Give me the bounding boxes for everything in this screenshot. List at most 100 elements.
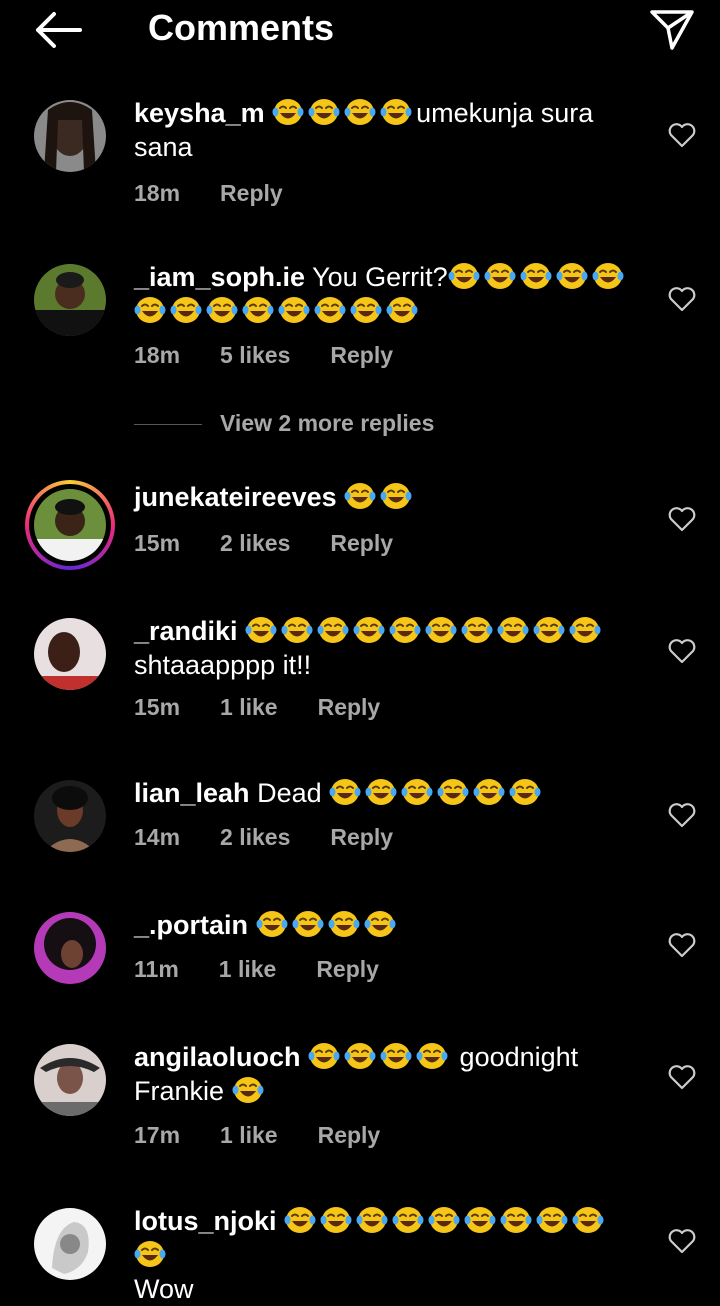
laughing-emoji-icon bbox=[350, 295, 382, 325]
comment-time: 18m bbox=[134, 342, 181, 368]
laughing-emoji-icon bbox=[533, 615, 565, 645]
header-bar: Comments bbox=[0, 0, 720, 60]
like-count[interactable]: 2 likes bbox=[220, 824, 290, 850]
reply-button[interactable]: Reply bbox=[318, 694, 381, 720]
comment-username[interactable]: _iam_soph.ie bbox=[134, 262, 305, 292]
laughing-emoji-icon bbox=[170, 295, 202, 325]
laughing-emoji-icon bbox=[536, 1205, 568, 1235]
like-count[interactable]: 1 like bbox=[220, 694, 278, 720]
avatar[interactable] bbox=[34, 912, 106, 984]
avatar[interactable] bbox=[34, 264, 106, 336]
view-more-label[interactable]: View 2 more replies bbox=[220, 410, 434, 437]
page-title: Comments bbox=[148, 7, 335, 48]
laughing-emoji-icon bbox=[380, 1041, 412, 1071]
comment-body: Wow bbox=[134, 1274, 194, 1304]
comment-meta: 15m 1 like Reply bbox=[134, 694, 420, 721]
like-button[interactable] bbox=[668, 638, 696, 664]
laughing-emoji-icon bbox=[278, 295, 310, 325]
reply-button[interactable]: Reply bbox=[318, 1122, 381, 1148]
laughing-emoji-icon bbox=[425, 615, 457, 645]
comment-username[interactable]: angilaoluoch bbox=[134, 1042, 301, 1072]
laughing-emoji-icon bbox=[245, 615, 277, 645]
laughing-emoji-icon bbox=[344, 1041, 376, 1071]
comment-username[interactable]: _.portain bbox=[134, 910, 248, 940]
comment-text: lian_leah Dead bbox=[134, 776, 634, 810]
heart-icon bbox=[668, 123, 696, 148]
like-count[interactable]: 1 like bbox=[219, 956, 277, 982]
laughing-emoji-icon bbox=[232, 1075, 264, 1105]
avatar[interactable] bbox=[34, 489, 106, 561]
comment-text: angilaoluoch goodnight Frankie bbox=[134, 1040, 634, 1108]
like-button[interactable] bbox=[668, 506, 696, 532]
comment-text: _iam_soph.ie You Gerrit? bbox=[134, 260, 634, 328]
laughing-emoji-icon bbox=[353, 615, 385, 645]
reply-button[interactable]: Reply bbox=[220, 180, 283, 206]
comment-username[interactable]: lian_leah bbox=[134, 778, 250, 808]
laughing-emoji-icon bbox=[206, 295, 238, 325]
avatar[interactable] bbox=[34, 100, 106, 172]
reply-button[interactable]: Reply bbox=[330, 530, 393, 556]
laughing-emoji-icon bbox=[389, 615, 421, 645]
laughing-emoji-icon bbox=[401, 777, 433, 807]
laughing-emoji-icon bbox=[569, 615, 601, 645]
comment-username[interactable]: keysha_m bbox=[134, 98, 265, 128]
comment-body: goodnight bbox=[459, 1042, 579, 1072]
comment-body-cont: sana bbox=[134, 132, 193, 162]
laughing-emoji-icon bbox=[344, 481, 376, 511]
laughing-emoji-icon bbox=[272, 97, 304, 127]
comment-time: 14m bbox=[134, 824, 181, 850]
laughing-emoji-icon bbox=[344, 97, 376, 127]
comment-text: keysha_m umekunja sura sana bbox=[134, 96, 634, 164]
like-button[interactable] bbox=[668, 1228, 696, 1254]
laughing-emoji-icon bbox=[365, 777, 397, 807]
comment-username[interactable]: _randiki bbox=[134, 616, 238, 646]
comment-meta: 18m 5 likes Reply bbox=[134, 342, 433, 369]
laughing-emoji-icon bbox=[520, 261, 552, 291]
heart-icon bbox=[668, 803, 696, 828]
laughing-emoji-icon bbox=[308, 97, 340, 127]
back-button[interactable] bbox=[30, 6, 86, 54]
like-count[interactable]: 2 likes bbox=[220, 530, 290, 556]
comment-time: 15m bbox=[134, 694, 181, 720]
laughing-emoji-icon bbox=[314, 295, 346, 325]
like-count[interactable]: 5 likes bbox=[220, 342, 290, 368]
divider bbox=[134, 424, 202, 425]
laughing-emoji-icon bbox=[364, 909, 396, 939]
laughing-emoji-icon bbox=[448, 261, 480, 291]
story-ring[interactable] bbox=[25, 480, 115, 570]
like-button[interactable] bbox=[668, 932, 696, 958]
comment-body: Dead bbox=[257, 778, 322, 808]
reply-button[interactable]: Reply bbox=[316, 956, 379, 982]
avatar[interactable] bbox=[34, 780, 106, 852]
reply-button[interactable]: Reply bbox=[330, 824, 393, 850]
like-button[interactable] bbox=[668, 1064, 696, 1090]
comment-username[interactable]: junekateireeves bbox=[134, 482, 337, 512]
laughing-emoji-icon bbox=[356, 1205, 388, 1235]
laughing-emoji-icon bbox=[473, 777, 505, 807]
comment-time: 18m bbox=[134, 180, 181, 206]
like-button[interactable] bbox=[668, 122, 696, 148]
share-button[interactable] bbox=[646, 4, 698, 52]
like-button[interactable] bbox=[668, 286, 696, 312]
like-count[interactable]: 1 like bbox=[220, 1122, 278, 1148]
avatar[interactable] bbox=[34, 1044, 106, 1116]
laughing-emoji-icon bbox=[497, 615, 529, 645]
like-button[interactable] bbox=[668, 802, 696, 828]
laughing-emoji-icon bbox=[484, 261, 516, 291]
comment-meta: 15m 2 likes Reply bbox=[134, 530, 433, 557]
avatar[interactable] bbox=[34, 1208, 106, 1280]
laughing-emoji-icon bbox=[556, 261, 588, 291]
comment-username[interactable]: lotus_njoki bbox=[134, 1206, 277, 1236]
laughing-emoji-icon bbox=[292, 909, 324, 939]
laughing-emoji-icon bbox=[284, 1205, 316, 1235]
laughing-emoji-icon bbox=[500, 1205, 532, 1235]
heart-icon bbox=[668, 933, 696, 958]
laughing-emoji-icon bbox=[256, 909, 288, 939]
avatar[interactable] bbox=[34, 618, 106, 690]
reply-button[interactable]: Reply bbox=[330, 342, 393, 368]
laughing-emoji-icon bbox=[380, 481, 412, 511]
heart-icon bbox=[668, 1229, 696, 1254]
comment-body: umekunja sura bbox=[416, 98, 594, 128]
comment-text: _.portain bbox=[134, 908, 634, 942]
comment-time: 17m bbox=[134, 1122, 181, 1148]
